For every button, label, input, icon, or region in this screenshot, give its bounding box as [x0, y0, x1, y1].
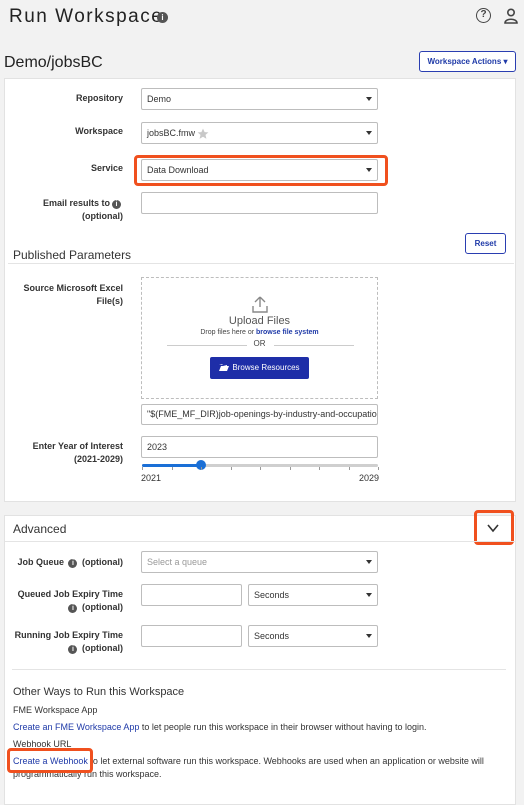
info-icon[interactable]: i: [157, 12, 168, 23]
star-icon[interactable]: [197, 128, 209, 140]
email-field[interactable]: [141, 192, 378, 214]
source-path-field[interactable]: "$(FME_MF_DIR)job-openings-by-industry-a…: [141, 404, 378, 425]
slider-tick: [289, 467, 291, 470]
running-expiry-unit-select[interactable]: Seconds: [248, 625, 378, 647]
slider-tick: [201, 467, 202, 470]
advanced-toggle-highlight: [474, 510, 514, 545]
file-dropzone[interactable]: Upload Files Drop files here or browse f…: [141, 277, 378, 399]
other-ways-divider: [12, 669, 506, 670]
page-title: Run Workspace: [9, 6, 164, 27]
source-excel-label: Source Microsoft Excel File(s): [23, 283, 123, 306]
slider-tick: [171, 467, 173, 470]
running-expiry-unit: Seconds: [254, 631, 290, 641]
reset-button[interactable]: Reset: [465, 233, 506, 254]
slider-tick: [142, 467, 143, 470]
workspace-actions-button[interactable]: Workspace Actions ▾: [419, 51, 516, 72]
service-label: Service: [90, 163, 123, 173]
webhook-highlight: [7, 748, 93, 773]
job-queue-placeholder: Select a queue: [147, 557, 208, 567]
slider-tick: [348, 467, 350, 470]
browse-file-system-link[interactable]: browse file system: [256, 329, 319, 336]
queued-expiry-unit-select[interactable]: Seconds: [248, 584, 378, 606]
upload-icon: [252, 296, 268, 313]
queued-expiry-label: Queued Job Expiry Time i (optional): [17, 589, 123, 613]
published-parameters-heading: Published Parameters: [13, 248, 132, 262]
advanced-heading[interactable]: Advanced: [13, 522, 66, 536]
chevron-down-icon: [366, 97, 372, 101]
email-optional: (optional): [82, 211, 123, 221]
slider-tick: [378, 467, 379, 470]
email-label: Email results to i (optional): [42, 198, 123, 221]
top-bar: Run Workspace i ?: [0, 0, 524, 40]
advanced-divider: [5, 541, 515, 542]
or-text: OR: [253, 339, 266, 348]
workspace-app-line: Create an FME Workspace App to let peopl…: [13, 722, 427, 732]
chevron-down-icon: [366, 131, 372, 135]
job-queue-label: Job Queue i (optional): [17, 557, 123, 568]
browse-resources-button[interactable]: Browse Resources: [210, 357, 309, 379]
chevron-down-icon: [366, 593, 372, 597]
running-expiry-input[interactable]: [141, 625, 242, 647]
year-input[interactable]: 2023: [141, 436, 378, 458]
info-icon[interactable]: i: [68, 604, 78, 613]
slider-min-label: 2021: [141, 473, 162, 483]
chevron-down-icon: [366, 560, 372, 564]
other-ways-heading: Other Ways to Run this Workspace: [13, 686, 185, 698]
queued-expiry-input[interactable]: [141, 584, 242, 606]
info-icon[interactable]: i: [112, 200, 121, 209]
workspace-select[interactable]: jobsBC.fmw: [141, 122, 378, 144]
help-circle-icon[interactable]: ?: [476, 8, 491, 23]
workspace-path: Demo/jobsBC: [4, 54, 103, 71]
section-divider: [8, 263, 514, 264]
workspace-value: jobsBC.fmw: [147, 128, 196, 138]
repository-label: Repository: [75, 93, 123, 103]
queued-expiry-unit: Seconds: [254, 590, 290, 600]
repository-select[interactable]: Demo: [141, 88, 378, 110]
job-queue-select[interactable]: Select a queue: [141, 551, 378, 573]
create-workspace-app-link[interactable]: Create an FME Workspace App: [13, 722, 139, 732]
year-label: Enter Year of Interest (2021-2029): [32, 441, 123, 464]
slider-max-label: 2029: [359, 473, 380, 483]
info-icon[interactable]: i: [68, 645, 78, 654]
folder-open-icon: [219, 364, 230, 371]
upload-title: Upload Files: [228, 315, 291, 327]
slider-tick: [319, 467, 320, 470]
running-expiry-label: Running Job Expiry Time i (optional): [14, 630, 123, 654]
workspace-label: Workspace: [75, 126, 123, 136]
repository-value: Demo: [147, 94, 172, 104]
user-icon[interactable]: [504, 8, 518, 24]
slider-tick: [230, 467, 232, 470]
chevron-down-icon: [366, 634, 372, 638]
workspace-app-heading: FME Workspace App: [13, 705, 98, 715]
info-icon[interactable]: i: [68, 559, 78, 568]
slider-tick: [260, 467, 261, 470]
upload-hint: Drop files here or browse file system: [200, 329, 319, 336]
service-highlight: [134, 155, 388, 186]
